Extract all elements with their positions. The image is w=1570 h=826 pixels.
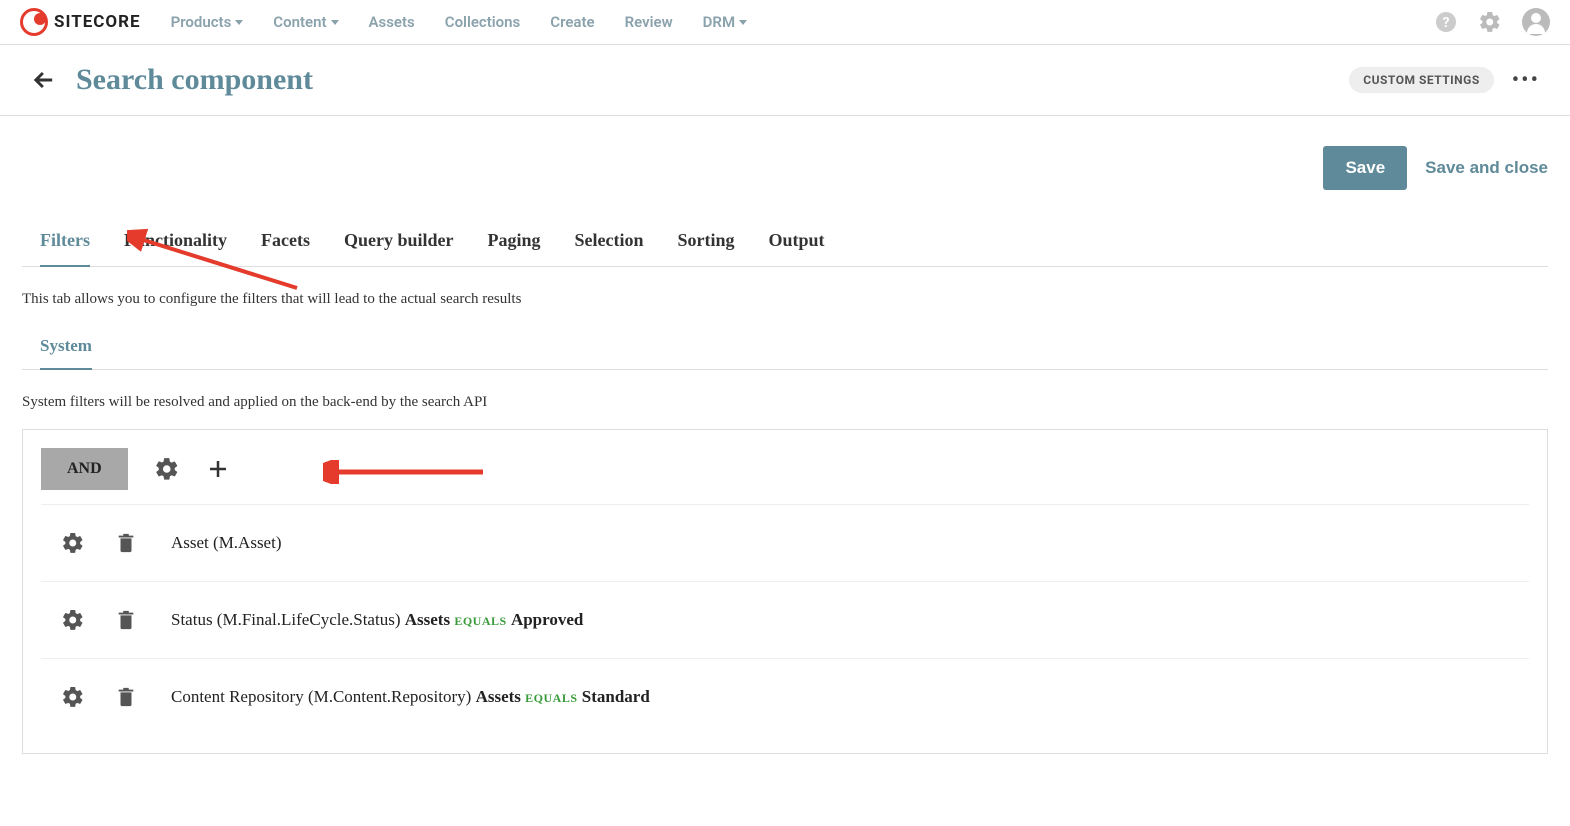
tab-query-builder[interactable]: Query builder — [344, 220, 454, 266]
tab-sorting[interactable]: Sorting — [678, 220, 735, 266]
action-row: Save Save and close — [22, 146, 1548, 190]
save-button[interactable]: Save — [1323, 146, 1407, 190]
page-header: Search component CUSTOM SETTINGS ••• — [0, 45, 1570, 116]
brand-name: SITECORE — [54, 12, 141, 32]
filter-row: Asset (M.Asset) — [41, 504, 1529, 581]
filter-expression: Asset (M.Asset) — [171, 533, 282, 553]
filter-group-box: AND Asset (M — [22, 429, 1548, 754]
content-area: Save Save and close Filters Functionalit… — [0, 116, 1570, 794]
chevron-down-icon — [739, 20, 747, 25]
filter-expression: Content Repository (M.Content.Repository… — [171, 687, 650, 707]
operator-chip[interactable]: AND — [41, 448, 128, 490]
subtab-system[interactable]: System — [40, 324, 92, 370]
tab-selection[interactable]: Selection — [575, 220, 644, 266]
user-avatar-icon[interactable] — [1522, 8, 1550, 36]
nav-review[interactable]: Review — [625, 13, 673, 31]
row-delete-trash-icon[interactable] — [115, 609, 137, 631]
tab-facets[interactable]: Facets — [261, 220, 310, 266]
custom-settings-button[interactable]: CUSTOM SETTINGS — [1349, 67, 1493, 93]
nav-products[interactable]: Products — [171, 13, 244, 31]
filter-row: Status (M.Final.LifeCycle.Status) Assets… — [41, 581, 1529, 658]
tab-functionality[interactable]: Functionality — [124, 220, 227, 266]
tab-output[interactable]: Output — [769, 220, 825, 266]
tab-description: This tab allows you to configure the fil… — [22, 267, 1548, 324]
filter-group-header: AND — [41, 448, 1529, 490]
brand-logo[interactable]: SITECORE — [20, 8, 141, 36]
row-delete-trash-icon[interactable] — [115, 532, 137, 554]
nav-collections[interactable]: Collections — [445, 13, 521, 31]
nav-drm[interactable]: DRM — [703, 13, 747, 31]
chevron-down-icon — [331, 20, 339, 25]
row-settings-gear-icon[interactable] — [61, 685, 85, 709]
back-arrow-icon[interactable] — [30, 66, 58, 94]
page-title: Search component — [76, 63, 313, 97]
save-and-close-button[interactable]: Save and close — [1425, 158, 1548, 178]
help-icon[interactable]: ? — [1434, 10, 1458, 34]
svg-text:?: ? — [1443, 15, 1450, 31]
group-settings-gear-icon[interactable] — [154, 456, 180, 482]
filter-expression: Status (M.Final.LifeCycle.Status) Assets… — [171, 610, 583, 630]
primary-tabs: Filters Functionality Facets Query build… — [22, 220, 1548, 267]
nav-content[interactable]: Content — [273, 13, 338, 31]
sub-tabs: System — [22, 324, 1548, 370]
nav-items: Products Content Assets Collections Crea… — [171, 13, 747, 31]
top-nav: SITECORE Products Content Assets Collect… — [0, 0, 1570, 45]
row-delete-trash-icon[interactable] — [115, 686, 137, 708]
tab-filters[interactable]: Filters — [40, 220, 90, 267]
chevron-down-icon — [235, 20, 243, 25]
nav-assets[interactable]: Assets — [369, 13, 415, 31]
gear-icon[interactable] — [1478, 10, 1502, 34]
logo-mark-icon — [20, 8, 48, 36]
filter-row: Content Repository (M.Content.Repository… — [41, 658, 1529, 735]
row-settings-gear-icon[interactable] — [61, 531, 85, 555]
add-filter-plus-icon[interactable] — [206, 457, 230, 481]
nav-create[interactable]: Create — [550, 13, 594, 31]
row-settings-gear-icon[interactable] — [61, 608, 85, 632]
annotation-arrow-icon — [323, 460, 493, 484]
tab-paging[interactable]: Paging — [488, 220, 541, 266]
subtab-description: System filters will be resolved and appl… — [22, 370, 1548, 429]
more-menu-icon[interactable]: ••• — [1512, 68, 1540, 93]
